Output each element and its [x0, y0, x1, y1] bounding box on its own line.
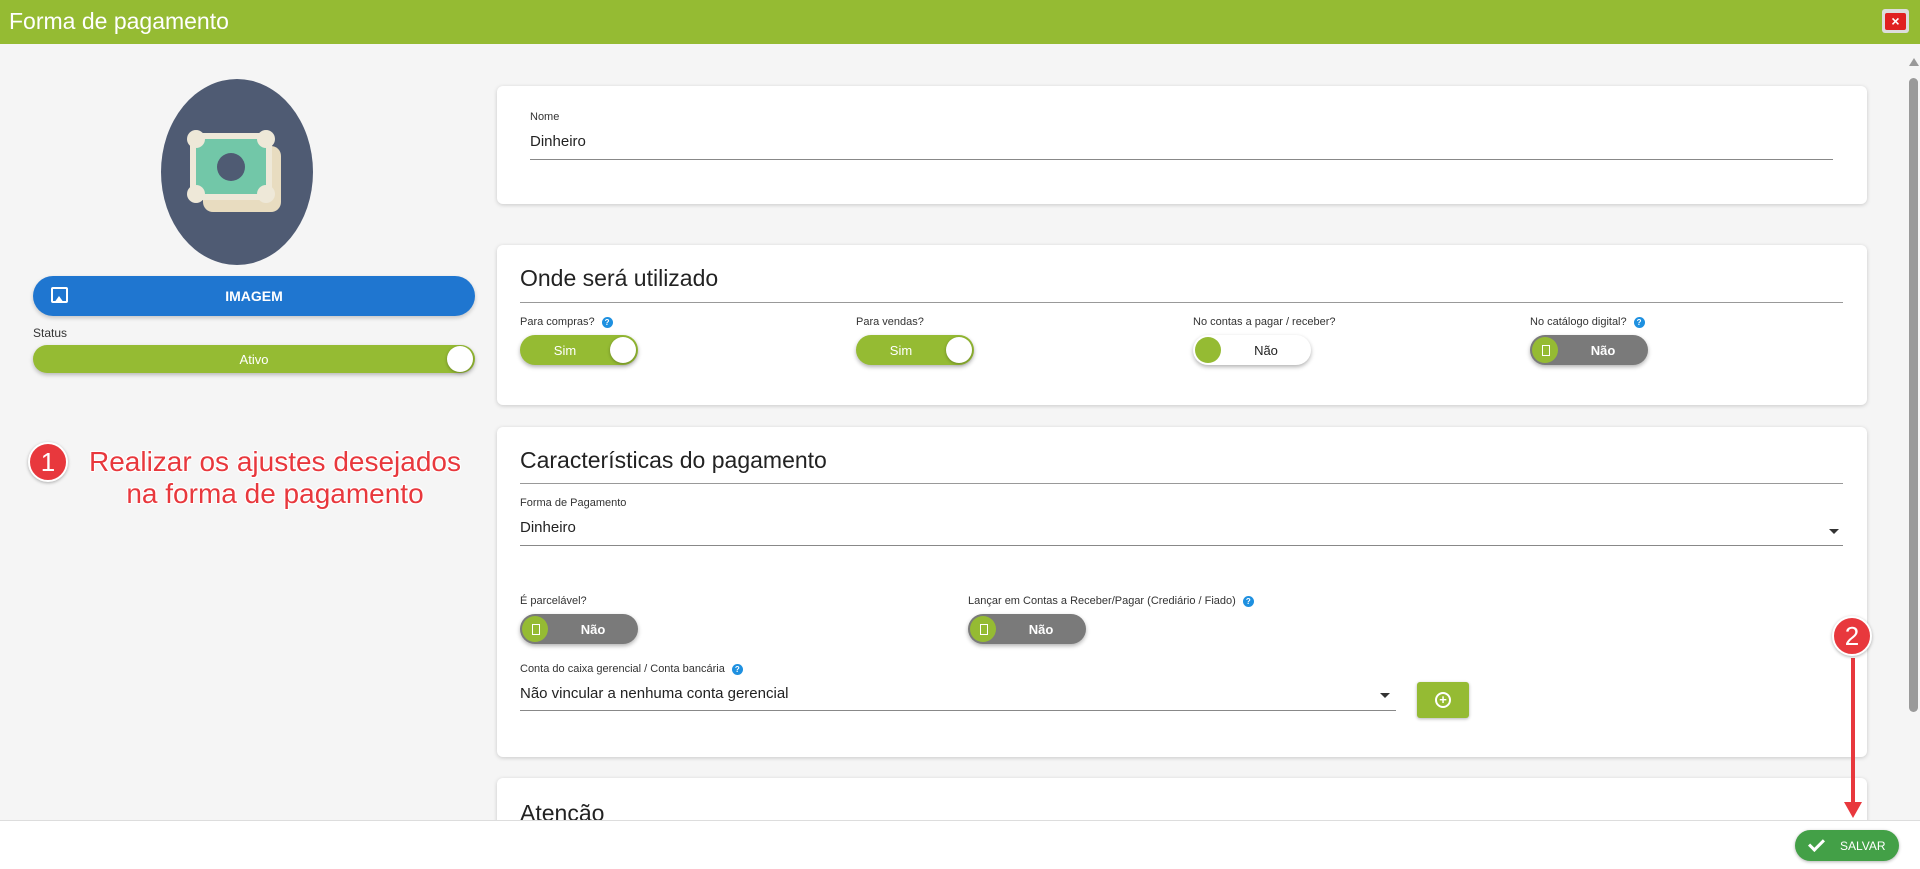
payment-divider — [520, 483, 1843, 484]
close-icon: × — [1885, 12, 1906, 30]
toggle-post-value: Não — [1028, 622, 1054, 637]
add-account-button[interactable]: + — [1417, 682, 1469, 718]
toggle-purchases[interactable]: Sim — [520, 335, 638, 365]
save-button-label: SALVAR — [1840, 839, 1886, 853]
money-icon — [187, 130, 275, 203]
usage-divider — [520, 302, 1843, 303]
toggle-catalog[interactable]: Não — [1530, 335, 1648, 365]
annotation-line-1: Realizar os ajustes desejados — [89, 446, 461, 477]
annotation-arrow-head — [1844, 802, 1862, 818]
account-select[interactable]: Não vincular a nenhuma conta gerencial — [520, 685, 789, 702]
help-icon[interactable]: ? — [731, 663, 743, 675]
payment-method-image — [161, 79, 313, 265]
bill-corner — [257, 185, 275, 203]
usage-catalog-label: No catálogo digital?? — [1530, 316, 1645, 328]
money-coin — [217, 153, 245, 181]
toggle-knob — [1195, 337, 1221, 363]
toggle-post[interactable]: Não — [968, 614, 1086, 644]
usage-card: Onde será utilizado Para compras?? Sim P… — [497, 245, 1867, 405]
window-title: Forma de pagamento — [9, 8, 229, 34]
status-label: Status — [33, 326, 68, 340]
image-button-label: IMAGEM — [225, 288, 283, 304]
annotation-text-1: Realizar os ajustes desejados na forma d… — [70, 446, 480, 510]
chevron-down-icon[interactable] — [1380, 693, 1390, 698]
payment-card: Características do pagamento Forma de Pa… — [497, 427, 1867, 757]
save-button[interactable]: SALVAR — [1795, 830, 1899, 861]
scroll-up-icon[interactable] — [1909, 58, 1919, 66]
toggle-knob — [522, 616, 548, 642]
scrollbar[interactable] — [1907, 58, 1920, 818]
method-label: Forma de Pagamento — [520, 497, 627, 509]
status-value: Ativo — [239, 352, 269, 367]
annotation-line-2: na forma de pagamento — [126, 478, 424, 509]
toggle-knob — [1532, 337, 1558, 363]
toggle-accounts[interactable]: Não — [1193, 335, 1311, 365]
usage-accounts-label: No contas a pagar / receber? — [1193, 316, 1336, 328]
name-underline — [530, 159, 1833, 160]
window-titlebar: Forma de pagamento × — [0, 0, 1920, 44]
toggle-sales[interactable]: Sim — [856, 335, 974, 365]
toggle-knob — [610, 337, 636, 363]
post-label: Lançar em Contas a Receber/Pagar (Crediá… — [968, 595, 1254, 607]
method-select[interactable]: Dinheiro — [520, 519, 576, 536]
chevron-down-icon[interactable] — [1829, 529, 1839, 534]
help-icon[interactable]: ? — [1242, 595, 1254, 607]
bill-corner — [187, 130, 205, 148]
status-toggle[interactable]: Ativo — [33, 345, 475, 373]
account-label: Conta do caixa gerencial / Conta bancári… — [520, 663, 743, 675]
help-icon[interactable]: ? — [1633, 316, 1645, 328]
bill-corner — [257, 130, 275, 148]
name-label: Nome — [530, 111, 560, 123]
help-icon[interactable]: ? — [601, 316, 613, 328]
annotation-badge-2: 2 — [1832, 616, 1872, 656]
footer-bar — [0, 820, 1920, 869]
toggle-installment[interactable]: Não — [520, 614, 638, 644]
toggle-purchases-value: Sim — [553, 343, 577, 358]
usage-purchases-label: Para compras?? — [520, 316, 613, 328]
usage-title: Onde será utilizado — [520, 265, 719, 291]
toggle-catalog-value: Não — [1590, 343, 1616, 358]
annotation-badge-1: 1 — [28, 442, 68, 482]
account-underline — [520, 710, 1396, 711]
name-card: Nome Dinheiro — [497, 86, 1867, 204]
bill-corner — [187, 185, 205, 203]
toggle-sales-value: Sim — [889, 343, 913, 358]
add-icon: + — [1435, 692, 1451, 708]
toggle-accounts-value: Não — [1254, 343, 1278, 358]
check-icon — [1808, 835, 1825, 852]
name-input[interactable]: Dinheiro — [530, 133, 586, 150]
usage-sales-label: Para vendas? — [856, 316, 924, 328]
toggle-knob — [946, 337, 972, 363]
payment-title: Características do pagamento — [520, 447, 827, 473]
annotation-arrow — [1851, 658, 1855, 806]
installment-label: É parcelável? — [520, 595, 587, 607]
image-button[interactable]: IMAGEM — [33, 276, 475, 316]
scroll-thumb[interactable] — [1909, 78, 1918, 712]
toggle-installment-value: Não — [580, 622, 606, 637]
toggle-knob — [970, 616, 996, 642]
close-button[interactable]: × — [1882, 9, 1909, 33]
toggle-knob — [447, 346, 473, 372]
method-underline — [520, 545, 1843, 546]
